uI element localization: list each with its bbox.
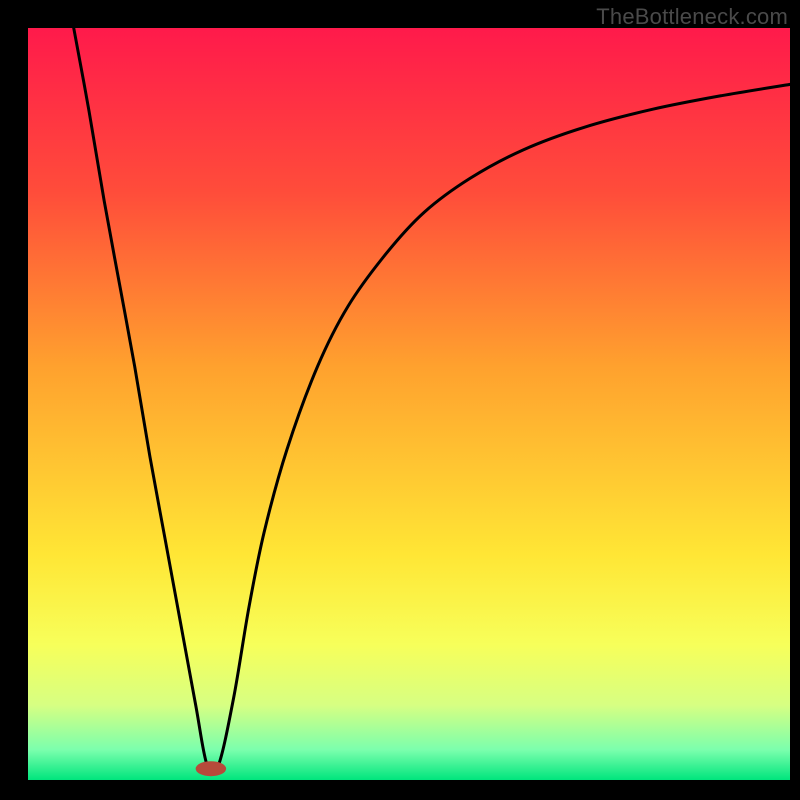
min-point-marker xyxy=(196,761,226,776)
chart-frame: TheBottleneck.com xyxy=(0,0,800,800)
watermark-text: TheBottleneck.com xyxy=(596,4,788,30)
bottleneck-chart xyxy=(0,0,800,800)
